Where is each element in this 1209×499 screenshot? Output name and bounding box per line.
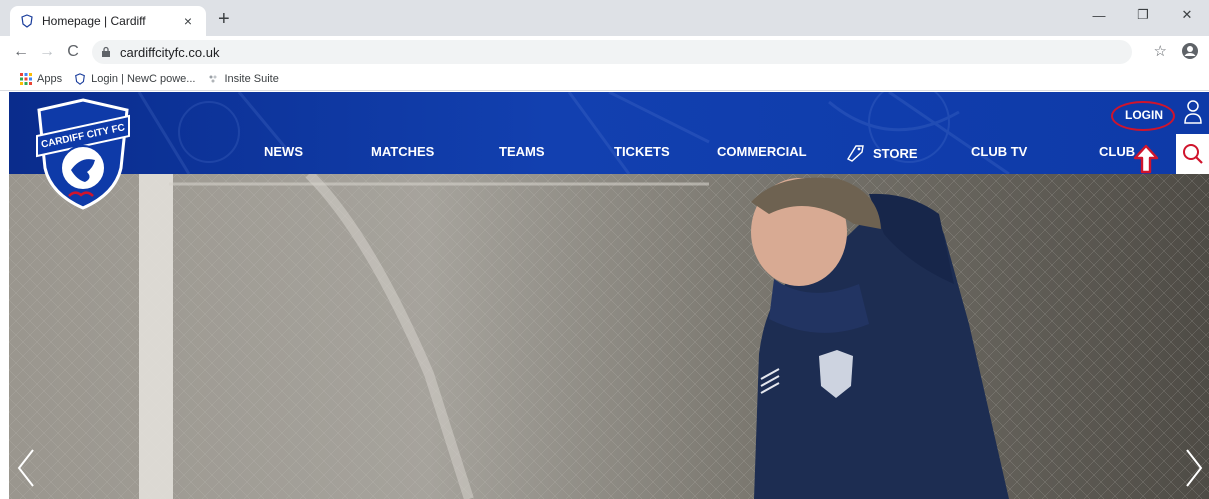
cardiff-favicon-icon [75, 73, 85, 85]
address-toolbar: ← → C cardiffcityfc.co.uk ☆ [0, 36, 1209, 68]
hero-image [9, 174, 1209, 499]
bookmark-star-icon[interactable]: ☆ [1154, 42, 1167, 60]
tag-icon [847, 145, 864, 162]
minimize-icon[interactable]: — [1077, 0, 1121, 30]
nav-matches[interactable]: MATCHES [371, 144, 434, 159]
nav-store[interactable]: STORE [845, 144, 918, 162]
carousel-prev-icon[interactable] [15, 448, 37, 488]
lock-icon [102, 46, 110, 57]
tab-title: Homepage | Cardiff [42, 14, 146, 28]
nav-club[interactable]: CLUB [1099, 144, 1135, 159]
user-account-icon[interactable] [1183, 99, 1203, 125]
window-controls: — ❐ ✕ [1077, 0, 1209, 30]
bookmark-label: Insite Suite [224, 73, 279, 85]
login-highlight-circle [1111, 101, 1175, 131]
insite-icon [209, 75, 217, 83]
close-window-icon[interactable]: ✕ [1165, 0, 1209, 30]
search-icon [1182, 144, 1203, 164]
browser-tab-strip: Homepage | Cardiff × + — ❐ ✕ [0, 0, 1209, 36]
site-header: LOGIN NEWS MATCHES TEAMS TICKETS COMMERC… [9, 92, 1209, 174]
bookmark-label: Login | NewC powe... [91, 73, 196, 85]
nav-teams[interactable]: TEAMS [499, 144, 545, 159]
reload-icon[interactable]: C [60, 43, 86, 61]
website-viewport: LOGIN NEWS MATCHES TEAMS TICKETS COMMERC… [9, 92, 1209, 499]
profile-icon[interactable] [1181, 42, 1199, 60]
nav-tickets[interactable]: TICKETS [614, 144, 670, 159]
nav-store-label: STORE [873, 145, 918, 161]
new-tab-button[interactable]: + [218, 9, 230, 29]
bookmark-label: Apps [37, 73, 63, 85]
url-bar[interactable]: cardiffcityfc.co.uk [92, 40, 1132, 64]
bookmark-login-newc[interactable]: Login | NewC powe... [74, 73, 195, 85]
bookmark-insite-suite[interactable]: Insite Suite [207, 73, 279, 85]
forward-icon[interactable]: → [34, 43, 60, 61]
back-icon[interactable]: ← [8, 43, 34, 61]
nav-news[interactable]: NEWS [264, 144, 303, 159]
club-crest-logo[interactable]: CARDIFF CITY FC [35, 98, 131, 210]
url-text: cardiffcityfc.co.uk [120, 44, 220, 60]
main-navigation: NEWS MATCHES TEAMS TICKETS COMMERCIAL ST… [9, 144, 1209, 164]
hero-photo [9, 174, 1209, 499]
bookmarks-bar: Apps Login | NewC powe... Insite Suite [0, 68, 1209, 91]
apps-grid-icon [20, 73, 32, 85]
red-up-arrow-icon [1133, 144, 1159, 174]
carousel-next-icon[interactable] [1183, 448, 1205, 488]
nav-commercial[interactable]: COMMERCIAL [717, 144, 807, 159]
cardiff-favicon-icon [21, 14, 33, 28]
search-button[interactable] [1176, 134, 1209, 174]
nav-club-tv[interactable]: CLUB TV [971, 144, 1027, 159]
maximize-icon[interactable]: ❐ [1121, 0, 1165, 30]
tab-close-icon[interactable]: × [180, 13, 196, 29]
bookmark-apps[interactable]: Apps [20, 73, 62, 85]
browser-tab[interactable]: Homepage | Cardiff × [10, 6, 206, 36]
